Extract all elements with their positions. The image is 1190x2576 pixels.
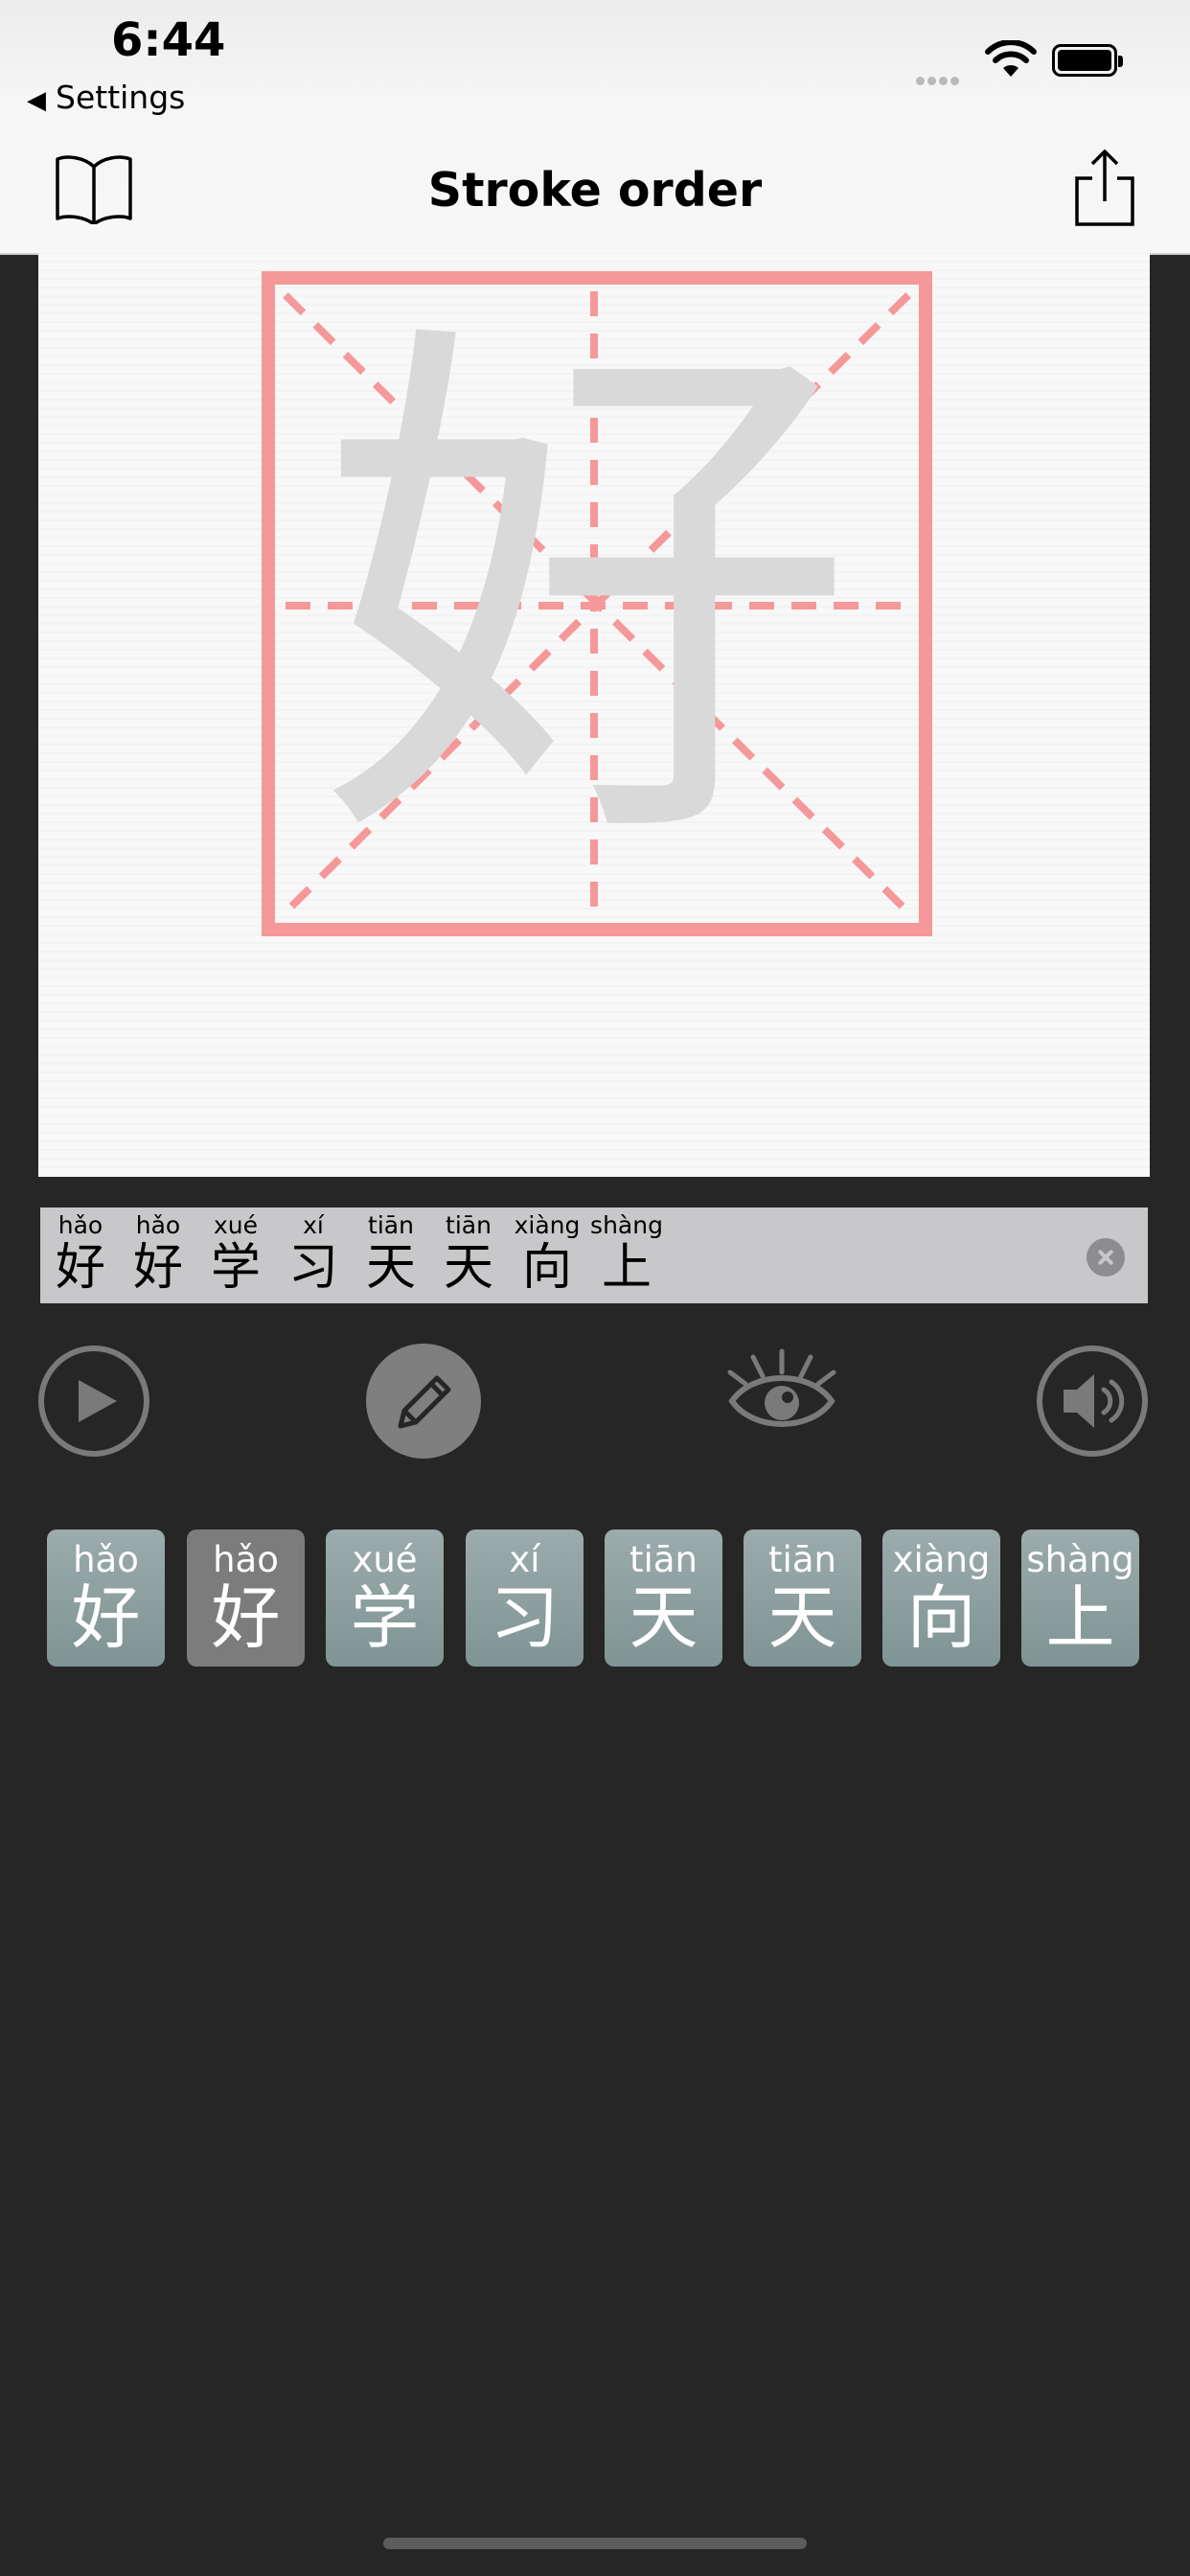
character-tile[interactable]: tiān 天 — [605, 1530, 722, 1667]
battery-icon — [1052, 44, 1123, 77]
strip-item[interactable]: hǎo 好 — [120, 1211, 196, 1296]
share-icon[interactable] — [1071, 148, 1138, 228]
navigation-bar: 6:44 ◀ Settings Stroke order — [0, 0, 1190, 255]
pencil-icon[interactable] — [366, 1344, 481, 1459]
strip-item[interactable]: xiàng 向 — [509, 1211, 585, 1296]
character-tile[interactable]: xiàng 向 — [882, 1530, 1000, 1667]
strip-item[interactable]: xué 学 — [197, 1211, 274, 1296]
clear-icon[interactable] — [1087, 1238, 1125, 1276]
play-icon[interactable] — [36, 1344, 151, 1459]
strip-item[interactable]: shàng 上 — [588, 1211, 665, 1296]
wifi-icon — [985, 40, 1037, 77]
selected-characters-strip: hǎo 好 hǎo 好 xué 学 xí 习 tiān 天 tiān 天 xiàng 向 sh… — [40, 1208, 1148, 1303]
character-tile[interactable]: hǎo 好 — [47, 1530, 165, 1667]
character-tile[interactable]: xí 习 — [466, 1530, 584, 1667]
strip-item[interactable]: tiān 天 — [353, 1211, 429, 1296]
back-triangle-icon: ◀ — [27, 86, 46, 115]
character-tile[interactable]: shàng 上 — [1021, 1530, 1139, 1667]
strip-item[interactable]: tiān 天 — [430, 1211, 507, 1296]
strip-item[interactable]: hǎo 好 — [42, 1211, 119, 1296]
strip-item[interactable]: xí 习 — [275, 1211, 352, 1296]
cellular-signal-icon — [916, 71, 962, 89]
home-indicator[interactable] — [383, 2538, 807, 2549]
character-tile-selected[interactable]: hǎo 好 — [187, 1530, 305, 1667]
status-time: 6:44 — [111, 13, 226, 67]
back-to-settings-link[interactable]: ◀ Settings — [27, 79, 185, 116]
character-tile[interactable]: tiān 天 — [744, 1530, 861, 1667]
back-label: Settings — [56, 79, 186, 116]
speaker-icon[interactable] — [1035, 1344, 1150, 1459]
character-tile[interactable]: xué 学 — [326, 1530, 444, 1667]
stroke-character: 好 — [319, 283, 856, 908]
page-title: Stroke order — [427, 163, 763, 218]
eye-icon[interactable] — [724, 1344, 839, 1459]
